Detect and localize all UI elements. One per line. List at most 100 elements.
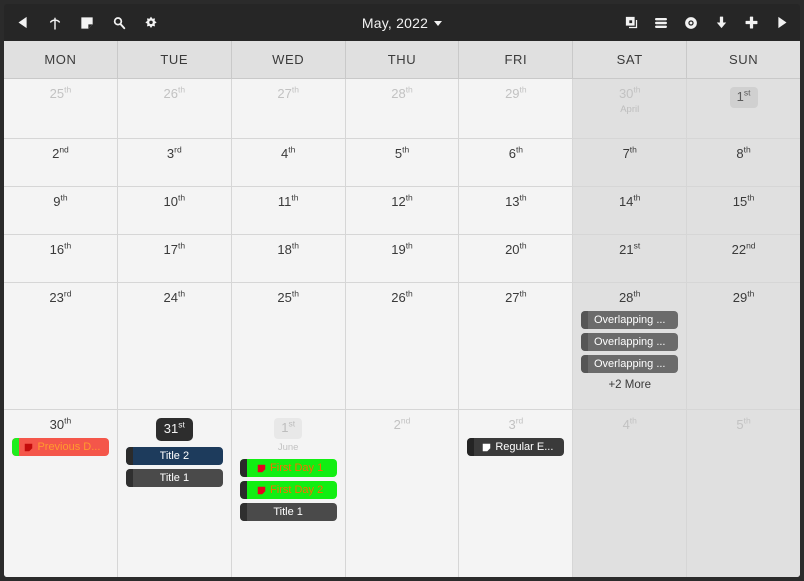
add-plus-icon[interactable]	[742, 14, 760, 32]
day-number: 31st	[155, 418, 193, 441]
day-number-value: 12	[391, 194, 406, 209]
day-cell-18[interactable]: 18th	[231, 235, 346, 282]
day-number-value: 26	[163, 86, 178, 101]
calendar-event[interactable]: Previous D...	[12, 438, 109, 456]
day-cell-1[interactable]: 1st June First Day 1 First Day 2 Title 1	[231, 410, 346, 577]
download-icon[interactable]	[712, 14, 730, 32]
day-number-ordinal: th	[177, 192, 186, 203]
day-cell-21[interactable]: 21st	[573, 235, 688, 282]
day-cell-28[interactable]: 28th Overlapping ... Overlapping ... Overla…	[573, 283, 688, 409]
day-cell-20[interactable]: 20th	[459, 235, 574, 282]
day-cell-25[interactable]: 25th	[231, 283, 346, 409]
day-cell-4[interactable]: 4th	[231, 139, 346, 186]
upload-icon[interactable]	[46, 14, 64, 32]
day-number: 21st	[619, 241, 640, 257]
page-title: May, 2022	[361, 14, 429, 31]
event-color-stripe	[581, 355, 589, 373]
day-cell-27[interactable]: 27th	[459, 283, 574, 409]
day-number: 2nd	[393, 416, 411, 432]
weekday-header-sun: SUN	[728, 52, 759, 67]
calendar-event[interactable]: Title 1	[239, 503, 337, 521]
calendar-week-row: 23rd 24th 25th 26th 27th 28th Overlapping ... O…	[4, 283, 800, 410]
day-cell-30[interactable]: 30th April	[573, 79, 688, 138]
day-cell-1[interactable]: 1st	[687, 79, 800, 138]
day-number-value: 16	[49, 242, 65, 257]
calendar-event[interactable]: Title 1	[125, 469, 223, 487]
day-cell-26[interactable]: 26th	[117, 79, 232, 138]
day-cell-29[interactable]: 29th	[687, 283, 800, 409]
day-number-ordinal: th	[291, 240, 299, 251]
day-cell-2[interactable]: 2nd	[4, 139, 118, 186]
toolbar-left-icon-group	[14, 14, 160, 32]
event-title: Overlapping ...	[593, 314, 666, 326]
event-content: Overlapping ...	[594, 358, 666, 370]
day-number: 16th	[49, 241, 72, 257]
calendar-event[interactable]: First Day 1	[239, 459, 337, 477]
search-icon[interactable]	[110, 14, 128, 32]
day-number-value: 27	[505, 290, 520, 305]
day-cell-2[interactable]: 2nd	[345, 410, 460, 577]
day-cell-23[interactable]: 23rd	[4, 283, 118, 409]
day-cell-3[interactable]: 3rd Regular E...	[459, 410, 574, 577]
visibility-eye-icon[interactable]	[682, 14, 700, 32]
day-cell-27[interactable]: 27th	[231, 79, 346, 138]
calendar-week-row: 9th 10th 11th 12th 13th 14th 15th	[4, 187, 800, 235]
settings-gear-icon[interactable]	[142, 14, 160, 32]
day-cell-25[interactable]: 25th	[4, 79, 118, 138]
day-cell-19[interactable]: 19th	[345, 235, 460, 282]
day-number: 9th	[53, 192, 68, 209]
weekday-header-fri: FRI	[459, 41, 574, 78]
month-year-dropdown[interactable]: May, 2022	[361, 14, 443, 31]
day-cell-12[interactable]: 12th	[345, 187, 460, 234]
calendar-event[interactable]: Regular E...	[467, 438, 565, 456]
day-cell-11[interactable]: 11th	[231, 187, 346, 234]
day-cell-10[interactable]: 10th	[117, 187, 232, 234]
day-number-ordinal: st	[743, 87, 751, 98]
day-cell-5[interactable]: 5th	[345, 139, 460, 186]
previous-arrow-icon[interactable]	[14, 14, 32, 32]
day-cell-8[interactable]: 8th	[687, 139, 800, 186]
day-number-ordinal: th	[405, 84, 413, 95]
day-cell-30[interactable]: 30th Previous D...	[4, 410, 118, 577]
event-content: Regular E...	[478, 441, 553, 453]
day-cell-3[interactable]: 3rd	[117, 139, 232, 186]
event-content: First Day 2	[253, 484, 323, 496]
day-number: 29th	[505, 85, 527, 101]
event-note-icon[interactable]	[78, 14, 96, 32]
calendar-event[interactable]: Overlapping ...	[581, 311, 679, 329]
calendar-week-row: 16th 17th 18th 19th 20th 21st 22nd	[4, 235, 800, 283]
calendar-event[interactable]: Title 2	[125, 447, 223, 465]
day-cell-5[interactable]: 5th	[687, 410, 800, 577]
day-number: 18th	[277, 240, 299, 257]
day-cell-9[interactable]: 9th	[4, 187, 118, 234]
day-cell-24[interactable]: 24th	[117, 283, 232, 409]
day-cell-7[interactable]: 7th	[573, 139, 688, 186]
day-number-value: 2	[393, 417, 401, 432]
day-cell-26[interactable]: 26th	[345, 283, 460, 409]
calendar-event[interactable]: First Day 2	[239, 481, 337, 499]
day-cell-14[interactable]: 14th	[573, 187, 688, 234]
more-events-link[interactable]: +2 More	[573, 379, 686, 391]
day-cell-31[interactable]: 31st Title 2 Title 1	[117, 410, 232, 577]
day-cell-6[interactable]: 6th	[459, 139, 574, 186]
day-number: 1st	[274, 418, 303, 439]
calendar-event[interactable]: Overlapping ...	[581, 355, 679, 373]
list-menu-icon[interactable]	[652, 14, 670, 32]
calendar-event[interactable]: Overlapping ...	[581, 333, 679, 351]
day-cell-15[interactable]: 15th	[687, 187, 800, 234]
month-label: June	[277, 442, 299, 453]
day-cell-16[interactable]: 16th	[4, 235, 118, 282]
day-cell-17[interactable]: 17th	[117, 235, 232, 282]
day-cell-28[interactable]: 28th	[345, 79, 460, 138]
window-overlap-icon[interactable]	[622, 14, 640, 32]
event-title: Overlapping ...	[593, 358, 666, 370]
day-cell-13[interactable]: 13th	[459, 187, 574, 234]
day-cell-4[interactable]: 4th	[573, 410, 688, 577]
day-cell-22[interactable]: 22nd	[687, 235, 800, 282]
day-number-ordinal: th	[60, 192, 68, 203]
day-number-value: 28	[391, 86, 406, 101]
day-number-ordinal: th	[288, 144, 296, 155]
day-number-value: 24	[163, 290, 178, 305]
next-arrow-icon[interactable]	[772, 14, 790, 32]
day-cell-29[interactable]: 29th	[459, 79, 574, 138]
